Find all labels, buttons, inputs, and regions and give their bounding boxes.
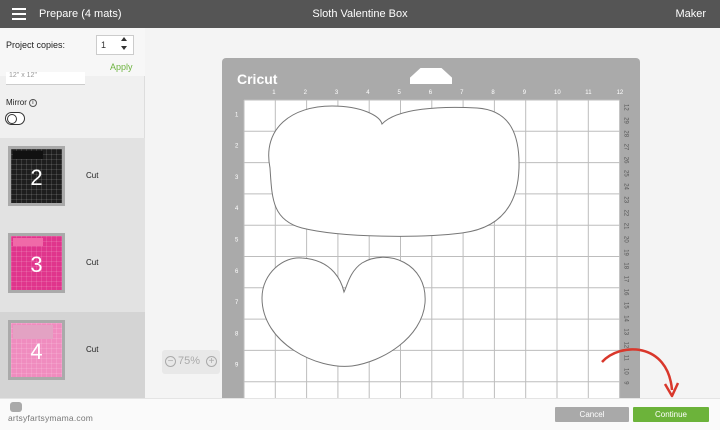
ruler-label: 7: [235, 300, 239, 306]
mat-thumbnail[interactable]: 4: [8, 320, 65, 380]
ruler-label: 9: [523, 90, 527, 96]
zoom-in-icon[interactable]: +: [206, 356, 217, 367]
mat-number: 4: [30, 339, 43, 364]
ruler-label: 1: [235, 112, 239, 118]
ruler-label: 3: [235, 175, 239, 181]
ruler-label: 20: [623, 236, 629, 243]
project-copies-label: Project copies:: [6, 40, 66, 50]
mat-action-label: Cut: [86, 258, 99, 267]
zoom-out-icon[interactable]: −: [165, 356, 176, 367]
ruler-label: 18: [623, 262, 629, 269]
ruler-label: 26: [623, 157, 629, 164]
copies-panel: Project copies: 1 Apply: [0, 28, 145, 76]
ruler-label: 17: [623, 276, 629, 283]
ruler-label: 8: [491, 90, 495, 96]
project-copies-input[interactable]: 1: [96, 35, 134, 55]
zoom-control: − 75% +: [162, 350, 220, 374]
ruler-label: 27: [623, 144, 629, 151]
ruler-label: 10: [554, 90, 561, 96]
ruler-label: 3: [335, 90, 339, 96]
top-bar: Prepare (4 mats) Sloth Valentine Box Mak…: [0, 0, 720, 28]
ruler-label: 12: [617, 90, 624, 96]
chat-bubble-icon: [10, 402, 22, 412]
ruler-label: 4: [235, 206, 239, 212]
mat-list: 2 Cut 3 Cut 4 Cut: [0, 138, 145, 399]
ruler-label: 11: [585, 90, 592, 96]
mat-material-strip: [13, 238, 43, 246]
zoom-level: 75%: [178, 355, 201, 367]
mat-item-4[interactable]: 4 Cut: [0, 312, 145, 399]
ruler-label: 8: [235, 331, 239, 337]
ruler-label: 2: [235, 144, 239, 150]
apply-button[interactable]: Apply: [110, 62, 133, 72]
continue-button[interactable]: Continue: [633, 407, 709, 422]
ruler-label: 14: [623, 315, 629, 322]
increment-icon[interactable]: [121, 37, 127, 41]
ruler-label: 28: [623, 130, 629, 137]
mat-material-strip: [13, 325, 53, 339]
mat-number: 3: [30, 252, 43, 277]
mat-item-2[interactable]: 2 Cut: [0, 138, 145, 225]
ruler-label: 19: [623, 249, 629, 256]
mat-item-3[interactable]: 3 Cut: [0, 225, 145, 312]
mirror-text: Mirror: [6, 98, 27, 107]
mat-size-select[interactable]: 12" x 12": [6, 72, 85, 85]
mat-grid: 1 2 3 4 5 6 7 8 9 10 11 121234567891229282726252423…: [235, 90, 629, 398]
ruler-label: 6: [235, 269, 239, 275]
ruler-label: 5: [398, 90, 402, 96]
ruler-label: 29: [623, 117, 629, 124]
ruler-label: 24: [623, 183, 629, 190]
mat-material-strip: [13, 151, 43, 159]
ruler-label: 13: [623, 328, 629, 335]
ruler-label: 1: [272, 90, 276, 96]
ruler-label: 2: [304, 90, 308, 96]
ruler-label: 16: [623, 289, 629, 296]
ruler-label: 6: [429, 90, 433, 96]
mirror-label: Mirror i: [6, 98, 37, 107]
ruler-label: 15: [623, 302, 629, 309]
decrement-icon[interactable]: [121, 46, 127, 50]
ruler-label: 22: [623, 210, 629, 217]
ruler-label: 23: [623, 196, 629, 203]
mat-action-label: Cut: [86, 171, 99, 180]
ruler-label: 21: [623, 223, 629, 230]
ruler-label: 4: [366, 90, 370, 96]
ruler-label: 25: [623, 170, 629, 177]
machine-label[interactable]: Maker: [675, 8, 706, 20]
mat-thumbnail[interactable]: 2: [8, 146, 65, 206]
sidebar: Project copies: 1 Apply 12" x 12" Mirror…: [0, 28, 145, 399]
mirror-toggle[interactable]: [5, 112, 25, 125]
bottom-bar: artsyfartsymama.com Cancel Continue: [0, 398, 720, 430]
info-icon[interactable]: i: [28, 98, 37, 107]
ruler-label: 7: [460, 90, 464, 96]
project-title: Sloth Valentine Box: [312, 8, 408, 20]
cut-shape-oval: [268, 105, 520, 237]
ruler-label: 12: [623, 104, 629, 111]
ruler-label: 9: [235, 363, 239, 369]
mat-number: 2: [30, 165, 43, 190]
ruler-label: 5: [235, 238, 239, 244]
watermark: artsyfartsymama.com: [8, 413, 94, 423]
cancel-button[interactable]: Cancel: [555, 407, 629, 422]
mat-action-label: Cut: [86, 345, 99, 354]
cutting-mat: Cricut 1 2 3 4 5 6 7 8 9 10 11 12 1 2 3 4 5 6 7 8 9 12 29 28 27 2…: [222, 58, 640, 398]
mat-thumbnail[interactable]: 3: [8, 233, 65, 293]
